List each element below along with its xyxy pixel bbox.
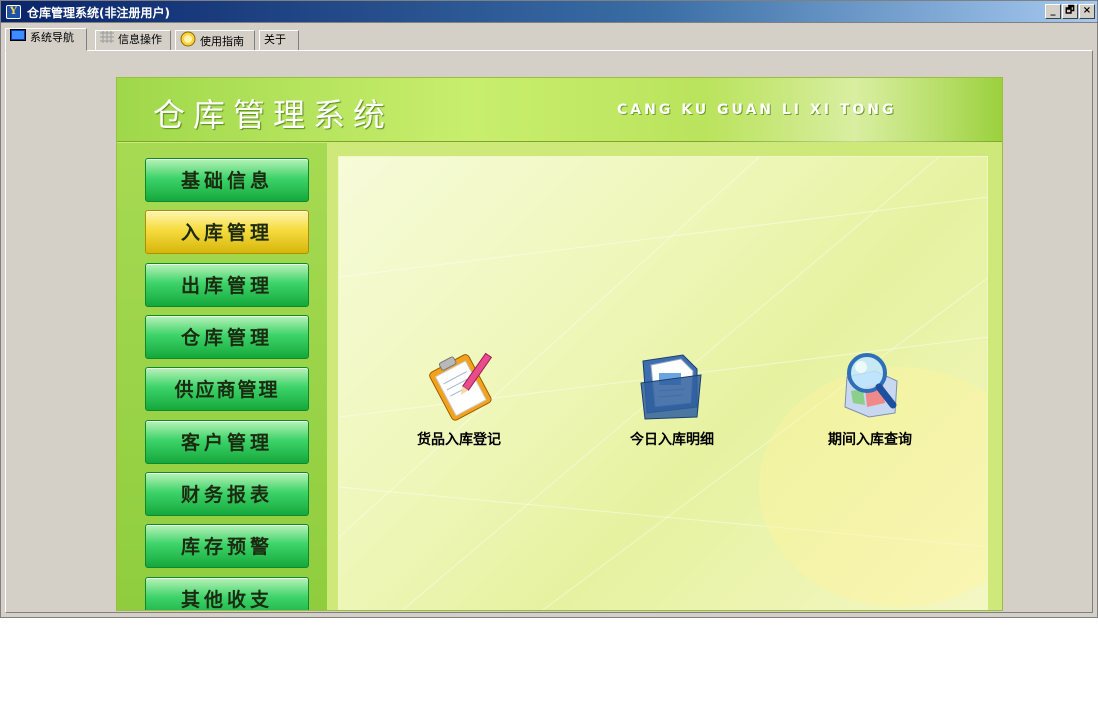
document-folder-icon bbox=[640, 354, 702, 420]
function-label: 期间入库查询 bbox=[828, 432, 912, 448]
menu-other-income-button[interactable]: 其他收支 bbox=[145, 577, 309, 610]
app-subtitle: CANG KU GUAN LI XI TONG bbox=[617, 102, 897, 118]
menu-supplier-button[interactable]: 供应商管理 bbox=[145, 367, 309, 411]
minimize-button[interactable]: _ bbox=[1045, 4, 1061, 19]
magnifier-map-icon bbox=[844, 353, 898, 418]
warehouse-app-panel: 仓库管理系统 CANG KU GUAN LI XI TONG 基础信息 入库管理… bbox=[116, 77, 1003, 611]
tab-about[interactable]: 关于 bbox=[259, 30, 299, 50]
app-title: 仓库管理系统 bbox=[153, 96, 394, 134]
tab-label: 信息操作 bbox=[118, 33, 162, 46]
menu-outbound-button[interactable]: 出库管理 bbox=[145, 263, 309, 307]
title-bar[interactable]: Y 仓库管理系统(非注册用户) _ 🗗 × bbox=[1, 1, 1097, 23]
close-button[interactable]: × bbox=[1079, 4, 1095, 19]
function-content-area: 货品入库登记 今日入库明细 期间入库查询 bbox=[338, 156, 988, 610]
clipboard-pencil-icon bbox=[429, 352, 493, 421]
function-label: 今日入库明细 bbox=[630, 432, 714, 448]
menu-customer-button[interactable]: 客户管理 bbox=[145, 420, 309, 464]
function-label: 货品入库登记 bbox=[417, 432, 501, 448]
menu-finance-report-button[interactable]: 财务报表 bbox=[145, 472, 309, 516]
tab-label: 使用指南 bbox=[200, 35, 244, 48]
function-period-inbound-query[interactable]: 期间入库查询 bbox=[805, 347, 935, 449]
function-goods-inbound-register[interactable]: 货品入库登记 bbox=[394, 347, 524, 449]
grid-icon bbox=[100, 31, 114, 49]
menu-inbound-button[interactable]: 入库管理 bbox=[145, 210, 309, 254]
monitor-icon bbox=[10, 29, 26, 47]
app-logo-icon: Y bbox=[6, 5, 21, 19]
tab-label: 系统导航 bbox=[30, 31, 74, 44]
tab-info-operation[interactable]: 信息操作 bbox=[95, 30, 171, 50]
tab-label: 关于 bbox=[264, 33, 286, 46]
sidebar-menu: 基础信息 入库管理 出库管理 仓库管理 供应商管理 客户管理 财务报表 库存预警… bbox=[117, 143, 327, 610]
app-window: Y 仓库管理系统(非注册用户) _ 🗗 × 系统导航 信息操作 使用指南 关于 bbox=[0, 0, 1098, 618]
restore-button[interactable]: 🗗 bbox=[1062, 4, 1078, 19]
menu-basic-info-button[interactable]: 基础信息 bbox=[145, 158, 309, 202]
tab-user-guide[interactable]: 使用指南 bbox=[175, 30, 255, 50]
menu-stock-warning-button[interactable]: 库存预警 bbox=[145, 524, 309, 568]
window-title: 仓库管理系统(非注册用户) bbox=[27, 6, 170, 20]
app-header: 仓库管理系统 CANG KU GUAN LI XI TONG bbox=[117, 78, 1002, 142]
menu-warehouse-button[interactable]: 仓库管理 bbox=[145, 315, 309, 359]
function-today-inbound-detail[interactable]: 今日入库明细 bbox=[607, 347, 737, 449]
tab-system-navigation[interactable]: 系统导航 bbox=[5, 28, 87, 51]
